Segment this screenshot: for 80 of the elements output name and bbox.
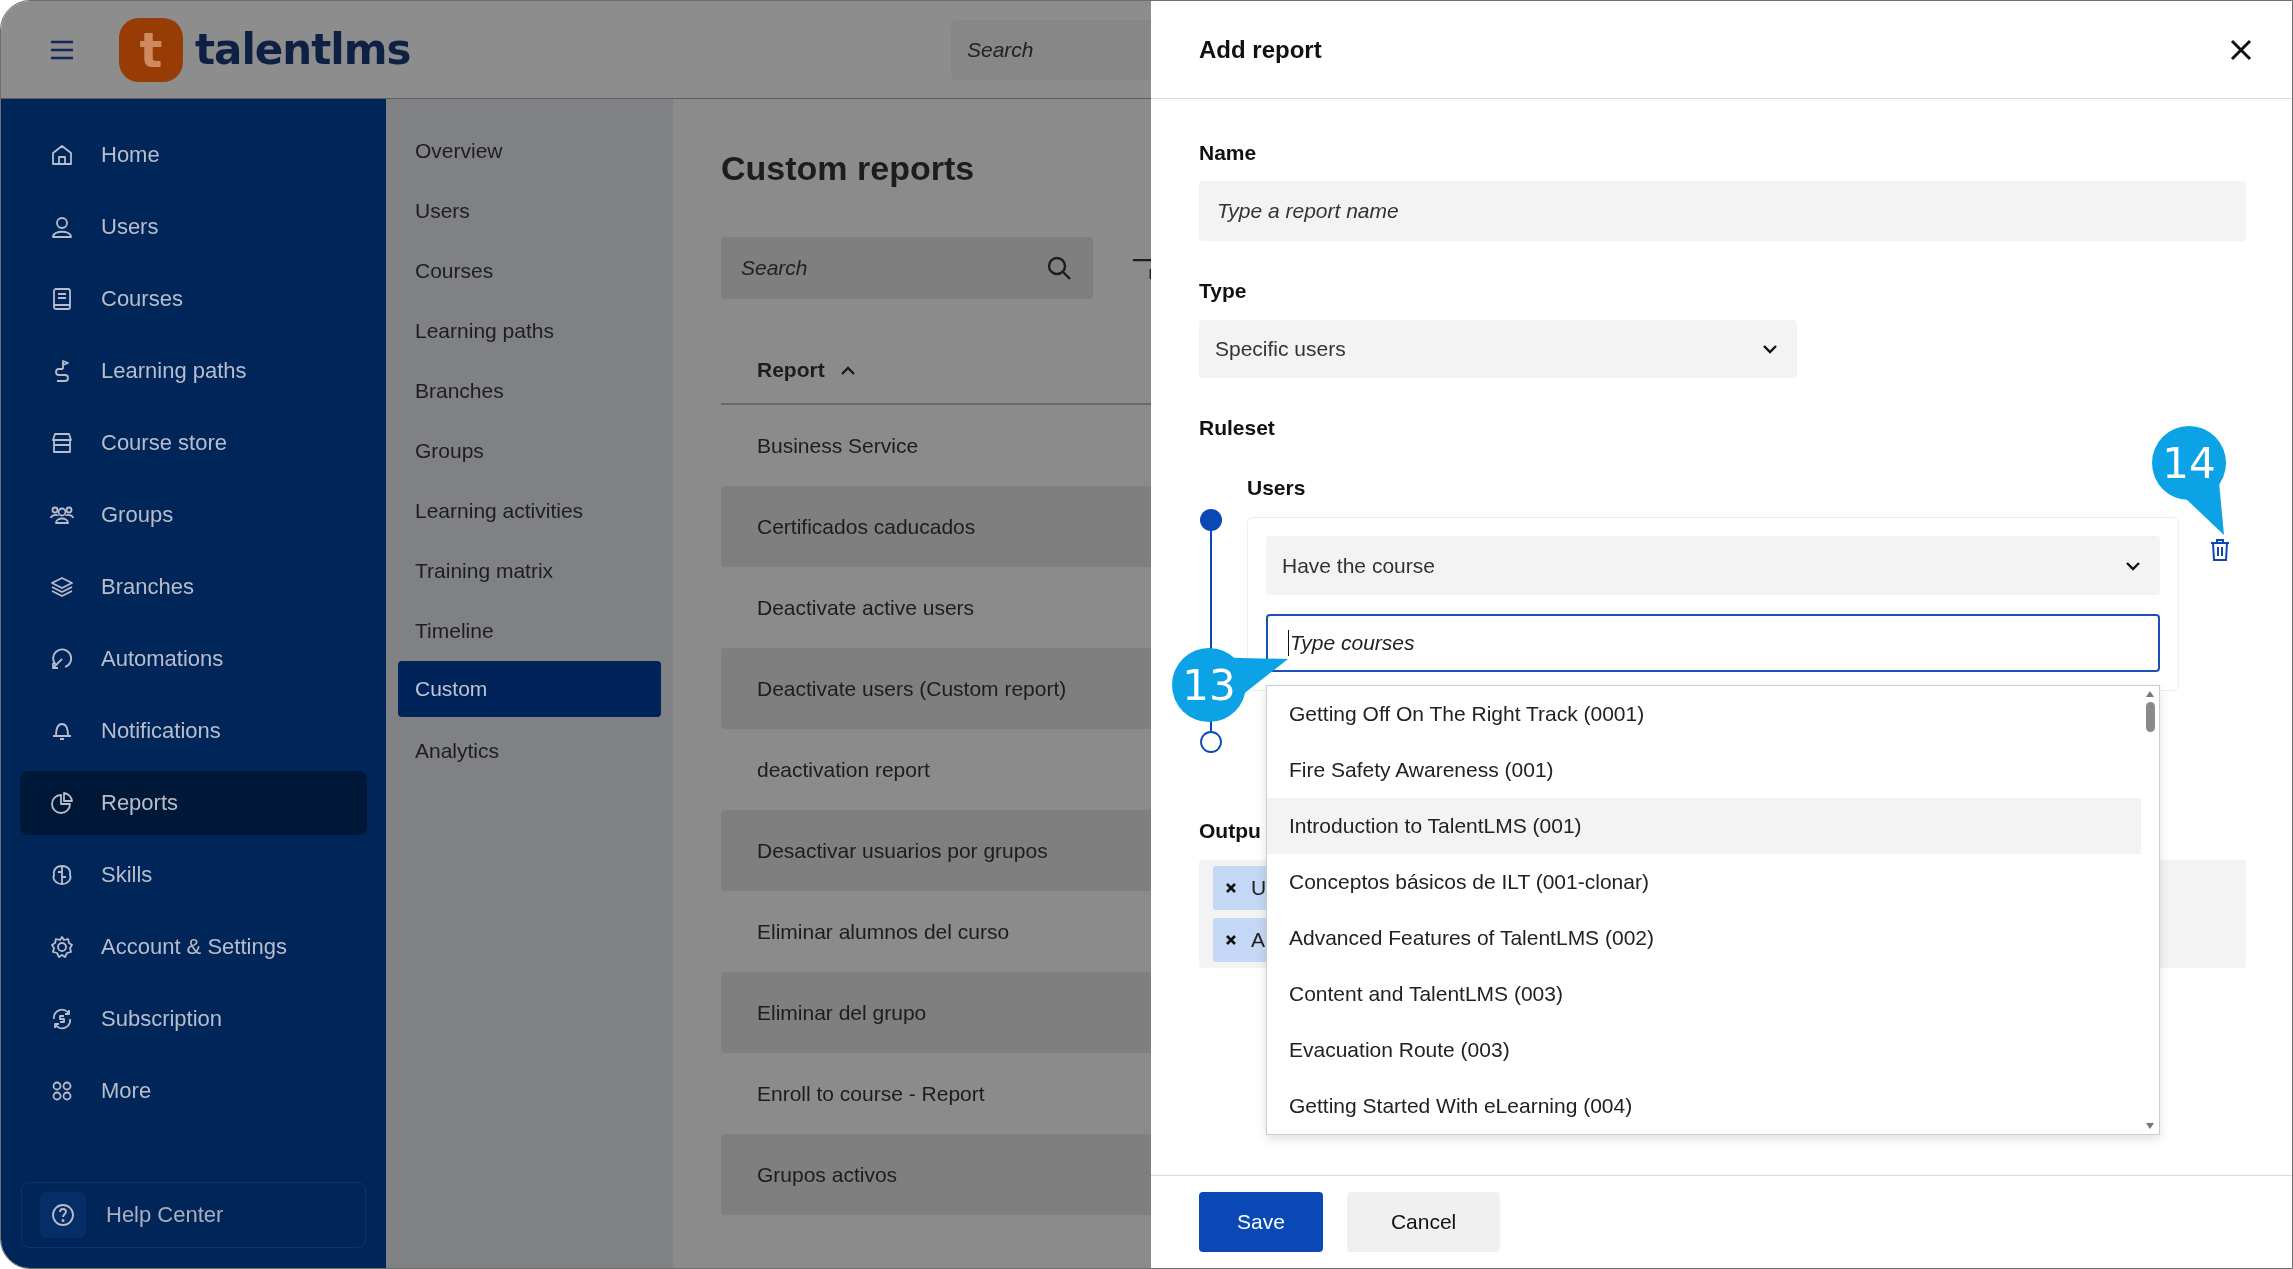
- subnav-item[interactable]: Training matrix: [386, 541, 673, 601]
- subnav-item[interactable]: Users: [386, 181, 673, 241]
- sidebar-item[interactable]: Courses: [1, 263, 386, 335]
- rule-label: Users: [1247, 476, 1307, 500]
- dropdown-option[interactable]: Getting Off On The Right Track (0001): [1267, 686, 2141, 742]
- help-center-link[interactable]: Help Center: [21, 1182, 366, 1248]
- pie-chart-icon: [49, 790, 75, 816]
- field-label: Type: [1199, 279, 1247, 303]
- target-icon: [49, 646, 75, 672]
- cancel-button[interactable]: Cancel: [1346, 1192, 1501, 1252]
- sidebar-item[interactable]: Notifications: [1, 695, 386, 767]
- field-label: Ruleset: [1199, 416, 1275, 440]
- sidebar-item[interactable]: Users: [1, 191, 386, 263]
- scroll-down-icon[interactable]: [2145, 1122, 2155, 1130]
- save-button[interactable]: Save: [1199, 1192, 1323, 1252]
- chevron-down-icon: [2124, 559, 2142, 572]
- course-input[interactable]: Type courses: [1266, 614, 2160, 672]
- scrollbar[interactable]: [2141, 686, 2159, 1134]
- table-row[interactable]: Business Service: [721, 405, 1151, 486]
- subnav-item[interactable]: Branches: [386, 361, 673, 421]
- store-icon: [49, 430, 75, 456]
- sidebar-item[interactable]: More: [1, 1055, 386, 1127]
- menu-icon[interactable]: [49, 39, 75, 60]
- dropdown-option[interactable]: Getting Started With eLearning (004): [1267, 1078, 2141, 1134]
- table-row[interactable]: Certificados caducados: [721, 486, 1151, 567]
- sidebar-item[interactable]: Learning paths: [1, 335, 386, 407]
- field-label: Outpu: [1199, 819, 1261, 843]
- sidebar-item[interactable]: Account & Settings: [1, 911, 386, 983]
- sidebar-item[interactable]: Groups: [1, 479, 386, 551]
- sidebar-item[interactable]: Subscription: [1, 983, 386, 1055]
- table-row[interactable]: Eliminar alumnos del curso: [721, 891, 1151, 972]
- settings-icon: [49, 934, 75, 960]
- layers-icon: [49, 574, 75, 600]
- subnav-item[interactable]: Overview: [386, 121, 673, 181]
- subnav-item[interactable]: Timeline: [386, 601, 673, 661]
- chevron-down-icon: [1761, 343, 1779, 355]
- subnav-item[interactable]: Analytics: [386, 721, 673, 781]
- dropdown-option[interactable]: Conceptos básicos de ILT (001-clonar): [1267, 854, 2141, 910]
- dropdown-option[interactable]: Content and TalentLMS (003): [1267, 966, 2141, 1022]
- sidebar-item[interactable]: Course store: [1, 407, 386, 479]
- type-select[interactable]: Specific users: [1199, 320, 1797, 378]
- drawer-title: Add report: [1199, 35, 1322, 64]
- sidebar-item[interactable]: Home: [1, 119, 386, 191]
- home-icon: [49, 142, 75, 168]
- help-icon: [40, 1192, 86, 1238]
- search-field[interactable]: Search: [951, 19, 1151, 80]
- subnav-item[interactable]: Learning paths: [386, 301, 673, 361]
- search-field[interactable]: Search: [721, 237, 1094, 299]
- sidebar-item[interactable]: Automations: [1, 623, 386, 695]
- subnav-item[interactable]: Courses: [386, 241, 673, 301]
- dropdown-option[interactable]: Evacuation Route (003): [1267, 1022, 2141, 1078]
- table-row[interactable]: Eliminar del grupo: [721, 972, 1151, 1053]
- remove-icon[interactable]: [1225, 934, 1237, 946]
- subnav-item[interactable]: Learning activities: [386, 481, 673, 541]
- dropdown-option[interactable]: Advanced Features of TalentLMS (002): [1267, 910, 2141, 966]
- table-row[interactable]: Deactivate users (Custom report): [721, 648, 1151, 729]
- sidebar-item[interactable]: Skills: [1, 839, 386, 911]
- sidebar-item[interactable]: Branches: [1, 551, 386, 623]
- subnav-item[interactable]: Custom: [398, 661, 661, 717]
- delete-icon[interactable]: [2210, 538, 2230, 562]
- condition-select[interactable]: Have the course: [1266, 536, 2160, 595]
- sidebar-item[interactable]: Reports: [20, 771, 367, 835]
- remove-icon[interactable]: [1225, 882, 1237, 894]
- table-row[interactable]: Enroll to course - Report: [721, 1053, 1151, 1134]
- user-icon: [49, 214, 75, 240]
- page-title: Custom reports: [721, 149, 976, 189]
- name-field[interactable]: Type a report name: [1199, 181, 2246, 241]
- table-row[interactable]: deactivation report: [721, 729, 1151, 810]
- logo-text: talentlms: [195, 25, 411, 74]
- dropdown-option[interactable]: Fire Safety Awareness (001): [1267, 742, 2141, 798]
- scroll-up-icon[interactable]: [2145, 690, 2155, 698]
- close-icon[interactable]: [2230, 38, 2252, 61]
- scroll-thumb[interactable]: [2145, 702, 2155, 732]
- table-row[interactable]: Deactivate active users: [721, 567, 1151, 648]
- dropdown-option[interactable]: Introduction to TalentLMS (001): [1267, 798, 2141, 854]
- field-label: Name: [1199, 141, 1257, 165]
- subnav-item[interactable]: Groups: [386, 421, 673, 481]
- logo-icon: t: [119, 17, 183, 82]
- table-row[interactable]: Grupos activos: [721, 1134, 1151, 1215]
- table-row[interactable]: Desactivar usuarios por grupos: [721, 810, 1151, 891]
